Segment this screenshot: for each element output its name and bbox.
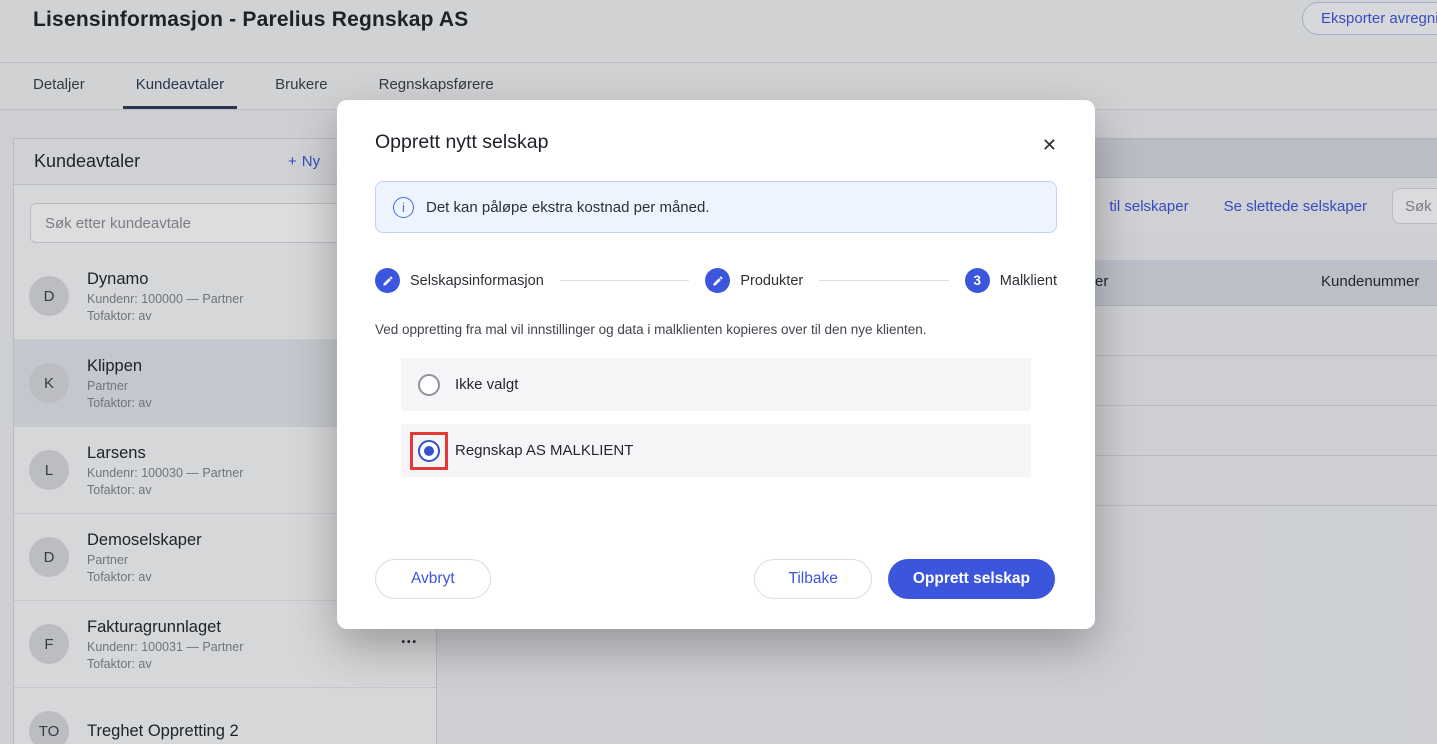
- step-produkter[interactable]: Produkter: [705, 268, 803, 293]
- step-connector: [819, 280, 949, 282]
- option-ikke-valgt[interactable]: Ikke valgt: [401, 358, 1031, 411]
- step-label: Malklient: [1000, 273, 1057, 289]
- step-number: 3: [965, 268, 990, 293]
- create-company-modal: Opprett nytt selskap ✕ i Det kan påløpe …: [337, 100, 1095, 629]
- info-banner: i Det kan påløpe ekstra kostnad per måne…: [375, 181, 1057, 233]
- radio-unselected-icon[interactable]: [418, 374, 440, 396]
- modal-footer: Avbryt Tilbake Opprett selskap: [375, 559, 1055, 599]
- step-description: Ved oppretting fra mal vil innstillinger…: [375, 322, 1057, 337]
- stepper: Selskapsinformasjon Produkter 3 Malklien…: [375, 268, 1057, 293]
- option-regnskap-as-malklient[interactable]: Regnskap AS MALKLIENT: [401, 424, 1031, 477]
- close-icon[interactable]: ✕: [1038, 131, 1061, 160]
- info-icon: i: [393, 197, 414, 218]
- pencil-icon: [375, 268, 400, 293]
- cancel-button[interactable]: Avbryt: [375, 559, 491, 599]
- info-banner-text: Det kan påløpe ekstra kostnad per måned.: [426, 199, 710, 216]
- step-label: Selskapsinformasjon: [410, 273, 544, 289]
- radio-selected-icon[interactable]: [418, 440, 440, 462]
- footer-right-group: Tilbake Opprett selskap: [754, 559, 1055, 599]
- pencil-icon: [705, 268, 730, 293]
- create-company-button[interactable]: Opprett selskap: [888, 559, 1055, 599]
- step-label: Produkter: [740, 273, 803, 289]
- annotation-highlight-box: [410, 432, 448, 470]
- step-selskapsinformasjon[interactable]: Selskapsinformasjon: [375, 268, 544, 293]
- modal-title: Opprett nytt selskap: [375, 131, 1057, 154]
- option-label: Ikke valgt: [455, 376, 518, 393]
- step-malklient[interactable]: 3 Malklient: [965, 268, 1057, 293]
- back-button[interactable]: Tilbake: [754, 559, 871, 599]
- template-options: Ikke valgt Regnskap AS MALKLIENT: [375, 358, 1057, 477]
- option-label: Regnskap AS MALKLIENT: [455, 442, 633, 459]
- step-connector: [560, 280, 690, 282]
